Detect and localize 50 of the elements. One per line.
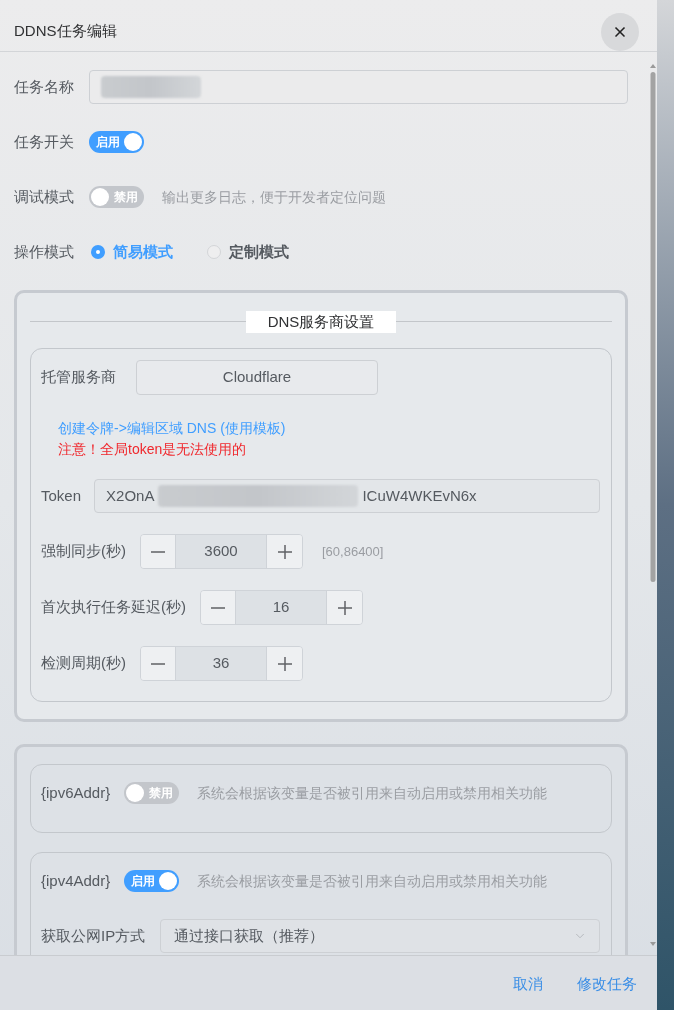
minus-icon [211,606,225,609]
increment-button[interactable] [326,591,362,624]
radio-option[interactable]: 简易模式 [91,240,173,264]
footer-button[interactable]: 修改任务 [567,966,647,1002]
toggle-switch[interactable]: 禁用 [89,186,144,208]
dropdown-select[interactable]: 通过接口获取（推荐） [160,919,600,953]
range-hint: [60,86400] [322,542,384,561]
plus-icon [337,600,352,615]
hint-text: 系统会根据该变量是否被引用来自动启用或禁用相关功能 [197,783,548,803]
field-label: 首次执行任务延迟(秒) [41,597,186,618]
field-label: Token [41,485,82,506]
dialog-title: DDNS任务编辑 [14,21,117,42]
hint-text: 输出更多日志，便于开发者定位问题 [162,187,386,207]
increment-button[interactable] [266,647,302,680]
radio-icon [207,245,221,259]
variable-label: {ipv6Addr} [41,782,111,803]
hint-text: 系统会根据该变量是否被引用来自动启用或禁用相关功能 [197,871,548,891]
close-button[interactable] [601,12,639,51]
field-label: 获取公网IP方式 [41,925,146,946]
toggle-switch[interactable]: 启用 [124,870,180,892]
increment-button[interactable] [266,535,302,568]
number-field[interactable]: 3600 [176,535,266,568]
help-link[interactable]: 创建令牌->编辑区域 DNS (使用模板) [58,418,286,439]
plus-icon [277,544,292,559]
field-label: 调试模式 [14,186,75,207]
number-field[interactable]: 36 [176,647,266,680]
toggle-switch[interactable]: 禁用 [124,782,180,804]
footer-button[interactable]: 取消 [503,966,553,1002]
field-label: 检测周期(秒) [41,653,126,674]
decrement-button[interactable] [141,647,176,680]
variable-label: {ipv4Addr} [41,870,111,891]
field-label: 操作模式 [14,241,75,262]
task-name-field[interactable] [89,70,628,104]
section-legend: DNS服务商设置 [245,311,397,333]
provider-button[interactable]: Cloudflare [136,360,378,395]
field-label: 任务名称 [14,76,75,97]
field-label: 任务开关 [14,131,75,152]
radio-option[interactable]: 定制模式 [207,240,289,264]
minus-icon [151,662,165,665]
toggle-switch[interactable]: 启用 [89,131,144,153]
field-label: 托管服务商 [41,367,116,388]
radio-icon [91,245,105,259]
field-label: 强制同步(秒) [41,541,126,562]
minus-icon [151,550,165,553]
decrement-button[interactable] [141,535,176,568]
decrement-button[interactable] [201,591,236,624]
number-field[interactable]: 16 [236,591,326,624]
warning-text: 注意！全局token是无法使用的 [58,440,247,459]
token-field[interactable]: X2OnA ICuW4WKEvN6x [94,479,600,513]
plus-icon [277,656,292,671]
